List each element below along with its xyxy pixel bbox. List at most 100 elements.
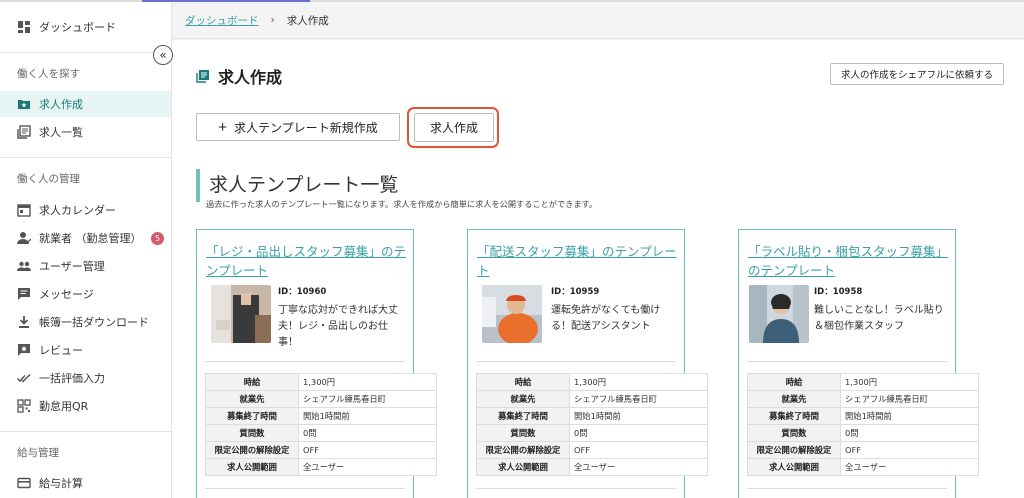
detail-value: 開始1時間前 bbox=[840, 407, 979, 425]
template-details-table: 時給 1,300円 就業先 シェアフル練馬春日町 募集終了時間 開始1時間前 質問数 0… bbox=[476, 373, 708, 476]
template-card-id: ID：10958 bbox=[814, 287, 863, 297]
sidebar: ダッシュボード 働く人を探す 求人作成 求人一覧 働く人の管理 求人カレンダー … bbox=[0, 2, 172, 498]
template-card-copy: 運転免許がなくても働ける！配送アシスタント bbox=[551, 305, 661, 332]
sidebar-item-calendar[interactable]: 求人カレンダー bbox=[0, 197, 171, 223]
table-row: 質問数 0問 bbox=[205, 424, 437, 442]
detail-key: 募集終了時間 bbox=[205, 407, 299, 425]
table-row: 限定公開の解除設定 OFF bbox=[476, 441, 708, 459]
detail-value: 1,300円 bbox=[840, 373, 979, 391]
table-row: 就業先 シェアフル練馬春日町 bbox=[747, 390, 979, 408]
detail-value: 全ユーザー bbox=[298, 458, 437, 476]
detail-key: 時給 bbox=[205, 373, 299, 391]
sidebar-item-label: 就業者 （勤怠管理） bbox=[39, 232, 142, 245]
sidebar-item-label: メッセージ bbox=[39, 288, 94, 301]
detail-key: 質問数 bbox=[476, 424, 570, 442]
list-icon bbox=[196, 69, 210, 83]
detail-key: 募集終了時間 bbox=[747, 407, 841, 425]
detail-key: 質問数 bbox=[747, 424, 841, 442]
detail-key: 募集終了時間 bbox=[476, 407, 570, 425]
sidebar-item-users[interactable]: ユーザー管理 bbox=[0, 253, 171, 279]
table-row: 時給 1,300円 bbox=[205, 373, 437, 391]
sidebar-item-label: ダッシュボード bbox=[39, 21, 116, 34]
sidebar-item-review[interactable]: レビュー bbox=[0, 337, 171, 363]
table-row: 求人公開範囲 全ユーザー bbox=[747, 458, 979, 476]
detail-value: 1,300円 bbox=[569, 373, 708, 391]
detail-key: 求人公開範囲 bbox=[476, 458, 570, 476]
template-card-title-link[interactable]: 「レジ・品出しスタッフ募集」のテンプレート bbox=[206, 242, 409, 280]
template-card-id: ID：10959 bbox=[551, 287, 600, 297]
table-row: 限定公開の解除設定 OFF bbox=[747, 441, 979, 459]
sidebar-collapse-button[interactable]: « bbox=[153, 45, 173, 65]
template-list-description: 過去に作った求人のテンプレート一覧になります。求人を作成から簡単に求人を公開する… bbox=[206, 199, 598, 209]
template-card: 「ラベル貼り・梱包スタッフ募集」のテンプレート ID：10958 難しいことなし… bbox=[738, 229, 979, 498]
sidebar-item-job-create[interactable]: 求人作成 bbox=[0, 91, 171, 117]
card-divider bbox=[205, 361, 405, 362]
template-card-copy: 難しいことなし！ラベル貼り＆梱包作業スタッフ bbox=[814, 305, 944, 332]
sidebar-divider bbox=[0, 157, 171, 158]
table-row: 募集終了時間 開始1時間前 bbox=[747, 407, 979, 425]
new-template-label: 求人テンプレート新規作成 bbox=[234, 120, 378, 135]
sidebar-divider bbox=[0, 52, 171, 53]
sidebar-heading-find: 働く人を探す bbox=[17, 68, 80, 80]
sidebar-item-bulk-rating[interactable]: 一括評価入力 bbox=[0, 365, 171, 391]
sidebar-item-download[interactable]: 帳簿一括ダウンロード bbox=[0, 309, 171, 335]
workers-count-badge: 5 bbox=[151, 232, 164, 245]
table-row: 就業先 シェアフル練馬春日町 bbox=[476, 390, 708, 408]
table-row: 質問数 0問 bbox=[476, 424, 708, 442]
detail-key: 就業先 bbox=[476, 390, 570, 408]
new-template-button[interactable]: + 求人テンプレート新規作成 bbox=[196, 113, 400, 141]
sidebar-heading-payroll: 給与管理 bbox=[17, 447, 59, 459]
sidebar-item-payroll[interactable]: 給与計算 bbox=[0, 470, 171, 496]
detail-value: 全ユーザー bbox=[569, 458, 708, 476]
card-divider bbox=[747, 488, 947, 489]
calendar-icon bbox=[17, 203, 31, 217]
sidebar-divider bbox=[0, 431, 171, 432]
review-icon bbox=[17, 343, 31, 357]
sidebar-item-label: 求人一覧 bbox=[39, 126, 83, 139]
template-card-image bbox=[482, 285, 542, 343]
table-row: 就業先 シェアフル練馬春日町 bbox=[205, 390, 437, 408]
detail-value: OFF bbox=[298, 441, 437, 459]
template-card-copy: 丁寧な応対ができれば大丈夫！レジ・品出しのお仕事！ bbox=[278, 305, 398, 348]
dashboard-icon bbox=[17, 20, 31, 34]
users-icon bbox=[17, 259, 31, 273]
sidebar-item-label: 求人カレンダー bbox=[39, 204, 116, 217]
sidebar-item-messages[interactable]: メッセージ bbox=[0, 281, 171, 307]
table-row: 時給 1,300円 bbox=[747, 373, 979, 391]
detail-value: 1,300円 bbox=[298, 373, 437, 391]
template-card-id: ID：10960 bbox=[278, 287, 327, 297]
message-icon bbox=[17, 287, 31, 301]
main-content: 求人作成 求人の作成をシェアフルに依頼する + 求人テンプレート新規作成 求人作… bbox=[172, 40, 1024, 498]
card-divider bbox=[476, 488, 676, 489]
sidebar-item-label: 一括評価入力 bbox=[39, 372, 105, 385]
star-folder-icon bbox=[17, 97, 31, 111]
list-icon bbox=[17, 125, 31, 139]
detail-value: シェアフル練馬春日町 bbox=[569, 390, 708, 408]
breadcrumb-dashboard-link[interactable]: ダッシュボード bbox=[185, 13, 259, 28]
card-divider bbox=[205, 488, 405, 489]
breadcrumb: ダッシュボード › 求人作成 bbox=[172, 2, 1024, 39]
sidebar-item-label: 求人作成 bbox=[39, 98, 83, 111]
template-card-title-link[interactable]: 「配送スタッフ募集」のテンプレート bbox=[477, 242, 680, 280]
detail-key: 求人公開範囲 bbox=[205, 458, 299, 476]
detail-value: 0問 bbox=[569, 424, 708, 442]
sidebar-heading-manage: 働く人の管理 bbox=[17, 173, 80, 185]
create-job-button[interactable]: 求人作成 bbox=[414, 113, 494, 142]
detail-value: 0問 bbox=[298, 424, 437, 442]
template-card-title-link[interactable]: 「ラベル貼り・梱包スタッフ募集」のテンプレート bbox=[748, 242, 951, 280]
sidebar-item-workers[interactable]: 就業者 （勤怠管理） bbox=[0, 225, 171, 251]
sidebar-item-job-list[interactable]: 求人一覧 bbox=[0, 119, 171, 145]
request-creation-button[interactable]: 求人の作成をシェアフルに依頼する bbox=[830, 63, 1004, 85]
sidebar-item-dashboard[interactable]: ダッシュボード bbox=[0, 14, 171, 40]
template-list-title: 求人テンプレート一覧 bbox=[209, 174, 399, 196]
qr-icon bbox=[17, 399, 31, 413]
detail-value: 全ユーザー bbox=[840, 458, 979, 476]
detail-value: シェアフル練馬春日町 bbox=[840, 390, 979, 408]
detail-value: 開始1時間前 bbox=[298, 407, 437, 425]
card-icon bbox=[17, 476, 31, 490]
sidebar-item-qr[interactable]: 勤怠用QR bbox=[0, 393, 171, 419]
detail-value: シェアフル練馬春日町 bbox=[298, 390, 437, 408]
download-icon bbox=[17, 315, 31, 329]
worker-icon bbox=[17, 231, 31, 245]
sidebar-item-label: 勤怠用QR bbox=[39, 400, 89, 413]
